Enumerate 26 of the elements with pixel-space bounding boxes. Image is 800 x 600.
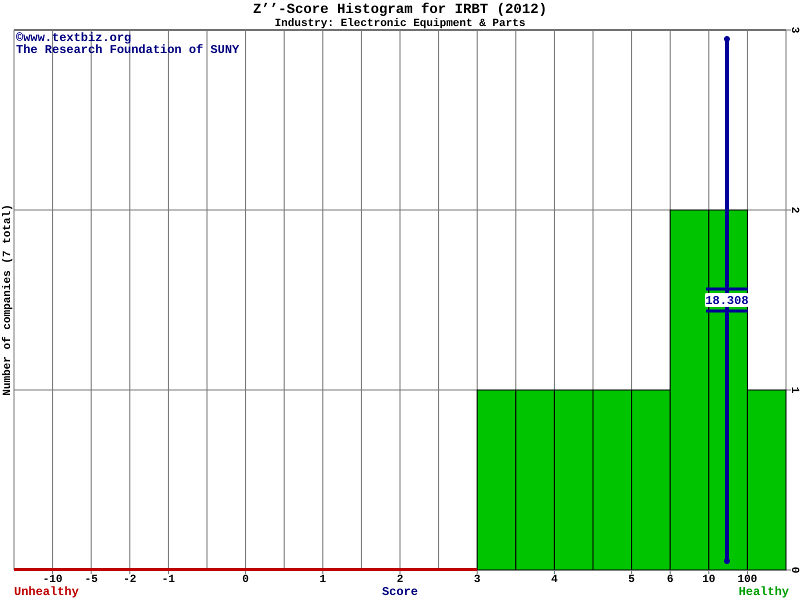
- y-tick-label: 3: [788, 26, 800, 34]
- x-tick-label: -5: [84, 574, 98, 586]
- y-axis-label: Number of companies (7 total): [2, 204, 14, 396]
- unhealthy-label: Unhealthy: [14, 585, 79, 599]
- y-tick-label: 2: [788, 206, 800, 214]
- y-tick-label: 1: [788, 386, 800, 394]
- x-tick-label: 5: [628, 574, 635, 586]
- organization-text: The Research Foundation of SUNY: [16, 43, 240, 57]
- y-tick-label: 0: [788, 566, 800, 574]
- chart-subtitle: Industry: Electronic Equipment & Parts: [274, 18, 526, 30]
- x-tick-label: 3: [474, 574, 480, 586]
- x-tick-label: 100: [738, 574, 758, 586]
- score-value-text: 18.308: [705, 294, 749, 308]
- x-axis-label: Score: [382, 585, 418, 599]
- x-tick-label: -2: [123, 574, 136, 586]
- x-tick-label: 0: [242, 574, 249, 586]
- x-tick-label: 2: [396, 574, 404, 586]
- x-tick-label: -1: [162, 574, 175, 586]
- x-tick-label: 10: [702, 574, 716, 586]
- chart-title: Z’’-Score Histogram for IRBT (2012): [252, 2, 548, 18]
- x-tick-label: 1: [320, 574, 326, 586]
- x-tick-label: 6: [666, 574, 674, 586]
- x-tick-label: 4: [551, 574, 558, 586]
- healthy-label: Healthy: [738, 585, 789, 599]
- x-tick-label: -10: [42, 574, 62, 586]
- copyright-text: ©www.textbiz.org: [16, 31, 132, 45]
